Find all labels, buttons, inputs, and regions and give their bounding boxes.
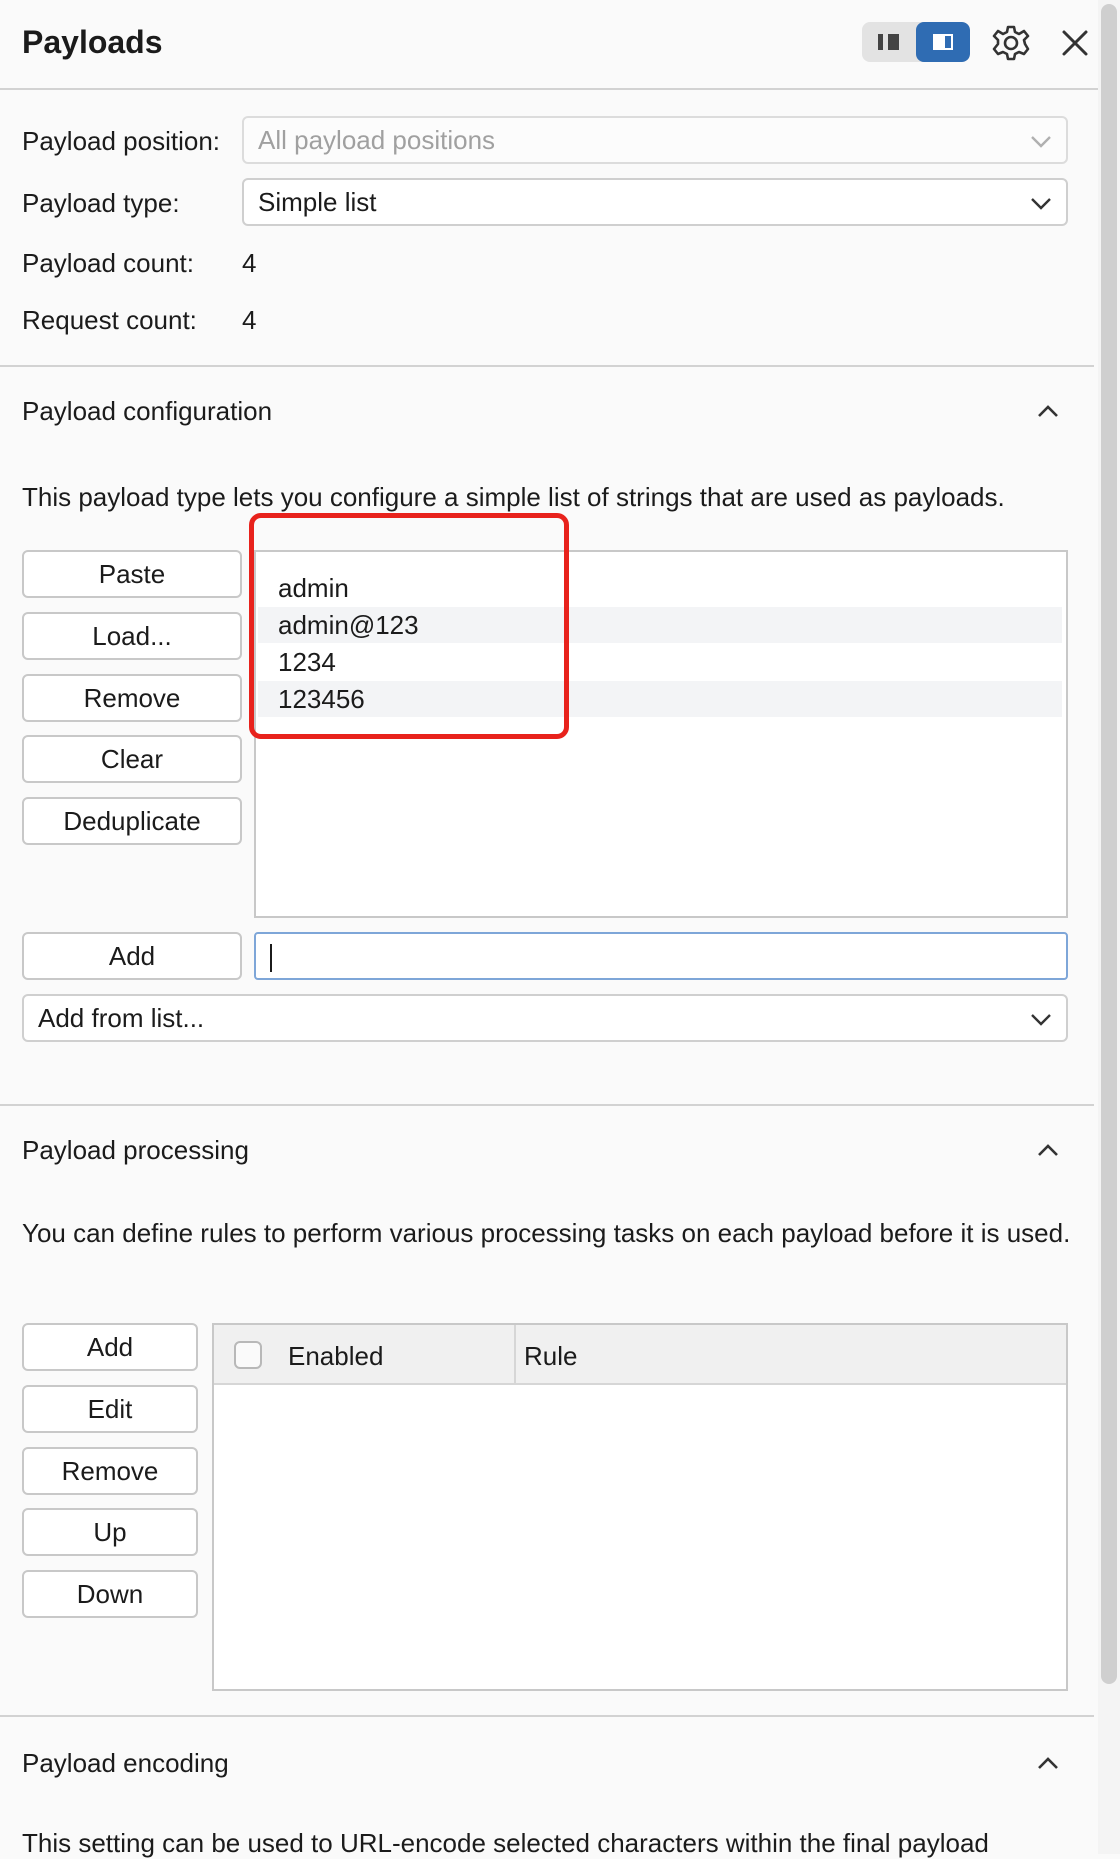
panel-title: Payloads	[22, 24, 163, 60]
payload-count-value: 4	[242, 248, 257, 278]
payload-position-label: Payload position:	[22, 126, 221, 156]
add-item-input[interactable]	[254, 932, 1068, 980]
highlight-annotation	[249, 513, 569, 739]
layout-left-option[interactable]	[862, 22, 916, 62]
add-from-list-label: Add from list...	[38, 1002, 205, 1033]
payload-count-label: Payload count:	[22, 248, 195, 278]
load-button[interactable]: Load...	[22, 612, 242, 660]
processing-add-button[interactable]: Add	[22, 1323, 198, 1371]
split-left-icon	[878, 34, 899, 50]
request-count-value: 4	[242, 305, 257, 335]
deduplicate-button[interactable]: Deduplicate	[22, 797, 242, 845]
payload-configuration-title: Payload configuration	[22, 396, 273, 426]
add-from-list-select[interactable]: Add from list...	[22, 994, 1068, 1042]
processing-edit-button[interactable]: Edit	[22, 1385, 198, 1433]
divider	[0, 365, 1094, 367]
payload-configuration-description: This payload type lets you configure a s…	[22, 482, 1005, 512]
column-header-enabled[interactable]: Enabled	[288, 1341, 383, 1372]
payload-position-value: All payload positions	[258, 124, 496, 155]
settings-gear-icon[interactable]	[990, 22, 1032, 64]
processing-rules-table[interactable]: Enabled Rule	[212, 1323, 1068, 1691]
table-header: Enabled Rule	[214, 1325, 1066, 1385]
payload-processing-title: Payload processing	[22, 1135, 249, 1165]
processing-remove-button[interactable]: Remove	[22, 1447, 198, 1495]
chevron-up-icon[interactable]	[1034, 397, 1062, 425]
payload-type-value: Simple list	[258, 186, 377, 217]
request-count-label: Request count:	[22, 305, 197, 335]
processing-down-button[interactable]: Down	[22, 1570, 198, 1618]
paste-button[interactable]: Paste	[22, 550, 242, 598]
processing-up-button[interactable]: Up	[22, 1508, 198, 1556]
text-caret	[270, 944, 272, 972]
payload-type-label: Payload type:	[22, 188, 180, 218]
select-all-checkbox[interactable]	[234, 1341, 262, 1369]
payload-encoding-description: This setting can be used to URL-encode s…	[22, 1828, 989, 1858]
divider	[0, 1715, 1094, 1717]
close-icon[interactable]	[1054, 22, 1096, 64]
layout-toggle[interactable]	[862, 22, 970, 62]
chevron-up-icon[interactable]	[1034, 1136, 1062, 1164]
payload-processing-description: You can define rules to perform various …	[22, 1218, 1071, 1248]
vertical-scrollbar[interactable]	[1098, 0, 1120, 1854]
chevron-down-icon	[1031, 136, 1051, 148]
chevron-down-icon	[1031, 1014, 1051, 1026]
payload-position-select: All payload positions	[242, 116, 1068, 164]
scrollbar-thumb[interactable]	[1101, 4, 1117, 1684]
panel-header: Payloads	[0, 0, 1120, 90]
split-right-icon	[933, 34, 953, 50]
payload-type-select[interactable]: Simple list	[242, 178, 1068, 226]
divider	[0, 1104, 1094, 1106]
chevron-up-icon[interactable]	[1034, 1749, 1062, 1777]
payload-encoding-title: Payload encoding	[22, 1748, 229, 1778]
add-button[interactable]: Add	[22, 932, 242, 980]
clear-button[interactable]: Clear	[22, 735, 242, 783]
column-separator[interactable]	[514, 1325, 516, 1385]
chevron-down-icon	[1031, 198, 1051, 210]
column-header-rule[interactable]: Rule	[524, 1341, 577, 1372]
remove-button[interactable]: Remove	[22, 674, 242, 722]
layout-right-option[interactable]	[916, 22, 970, 62]
